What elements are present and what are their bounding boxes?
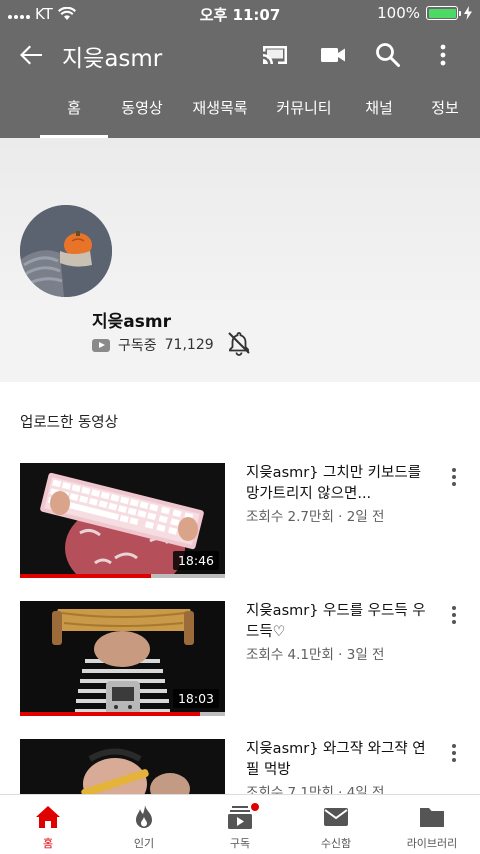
tab-videos[interactable]: 동영상	[112, 82, 172, 138]
status-bar: KT 오후 11:07 100%	[0, 0, 480, 28]
subscriber-count: 71,129	[164, 337, 214, 353]
nav-label: 홈	[42, 837, 54, 850]
charging-icon	[464, 6, 472, 20]
video-views: 조회수 4.1만회	[246, 647, 334, 663]
avatar-image	[20, 205, 112, 297]
nav-inbox[interactable]: 수신함	[288, 795, 384, 854]
watch-progress	[20, 712, 225, 716]
app-bar: 지읒asmr	[0, 28, 480, 82]
uploads-section-title: 업로드한 동영상	[20, 415, 118, 431]
nav-library[interactable]: 라이브러리	[384, 795, 480, 854]
tab-channels[interactable]: 채널	[356, 82, 402, 138]
more-vert-icon[interactable]	[428, 40, 458, 70]
tab-playlists[interactable]: 재생목록	[186, 82, 254, 138]
video-age: 3일 전	[346, 647, 385, 663]
video-meta: 조회수 4.1만회 · 3일 전	[246, 647, 385, 663]
subscription-status: 구독중 71,129	[92, 335, 214, 355]
notification-badge	[250, 802, 260, 812]
status-right: 100%	[377, 4, 472, 22]
channel-name: 지읒asmr	[92, 312, 171, 332]
nav-label: 라이브러리	[406, 837, 458, 850]
cast-icon[interactable]	[260, 40, 290, 70]
mail-icon	[324, 808, 348, 826]
channel-tabs: 홈 동영상 재생목록 커뮤니티 채널 정보	[0, 82, 480, 138]
nav-label: 수신함	[320, 837, 352, 850]
video-item[interactable]: 18:03 지읒asmr} 우드를 우드득 우드득♡ 조회수 4.1만회 · 3…	[0, 601, 480, 721]
bottom-navigation: 홈 인기 구독 수신함 라이브러리	[0, 794, 480, 854]
tab-community[interactable]: 커뮤니티	[268, 82, 340, 138]
youtube-logo-icon	[92, 338, 110, 352]
tab-about[interactable]: 정보	[422, 82, 468, 138]
folder-icon	[420, 808, 444, 827]
more-vert-icon[interactable]	[446, 604, 462, 626]
channel-header: 지읒asmr 구독중 71,129	[0, 138, 480, 382]
back-arrow-icon[interactable]	[16, 40, 46, 70]
watch-progress	[20, 574, 225, 578]
video-duration: 18:46	[172, 551, 219, 570]
video-meta: 조회수 2.7만회 · 2일 전	[246, 509, 385, 525]
search-icon[interactable]	[373, 40, 403, 70]
home-icon	[36, 806, 60, 828]
battery-icon	[426, 6, 461, 20]
flame-icon	[136, 805, 152, 828]
video-views: 조회수 2.7만회	[246, 509, 334, 525]
video-title[interactable]: 지읒asmr} 그치만 키보드를 망가트리지 않으면...	[246, 463, 436, 505]
nav-label: 인기	[133, 837, 155, 850]
video-title[interactable]: 지읒asmr} 와그쟉 와그쟉 연필 먹방	[246, 739, 436, 781]
notification-off-icon[interactable]	[226, 330, 252, 356]
channel-title: 지읒asmr	[62, 46, 163, 72]
more-vert-icon[interactable]	[446, 466, 462, 488]
nav-label: 구독	[229, 837, 251, 850]
video-item[interactable]: 18:46 지읒asmr} 그치만 키보드를 망가트리지 않으면... 조회수 …	[0, 463, 480, 583]
nav-subscriptions[interactable]: 구독	[192, 795, 288, 854]
tab-home[interactable]: 홈	[40, 82, 108, 138]
nav-home[interactable]: 홈	[0, 795, 96, 854]
battery-percent: 100%	[377, 4, 420, 22]
more-vert-icon[interactable]	[446, 742, 462, 764]
video-age: 2일 전	[346, 509, 385, 525]
nav-trending[interactable]: 인기	[96, 795, 192, 854]
subscribed-label[interactable]: 구독중	[118, 335, 157, 355]
video-title[interactable]: 지읒asmr} 우드를 우드득 우드득♡	[246, 601, 436, 643]
video-camera-icon[interactable]	[318, 40, 348, 70]
video-thumbnail[interactable]: 18:46	[20, 463, 225, 578]
channel-avatar[interactable]	[20, 205, 112, 297]
video-thumbnail[interactable]: 18:03	[20, 601, 225, 716]
video-duration: 18:03	[172, 689, 219, 708]
